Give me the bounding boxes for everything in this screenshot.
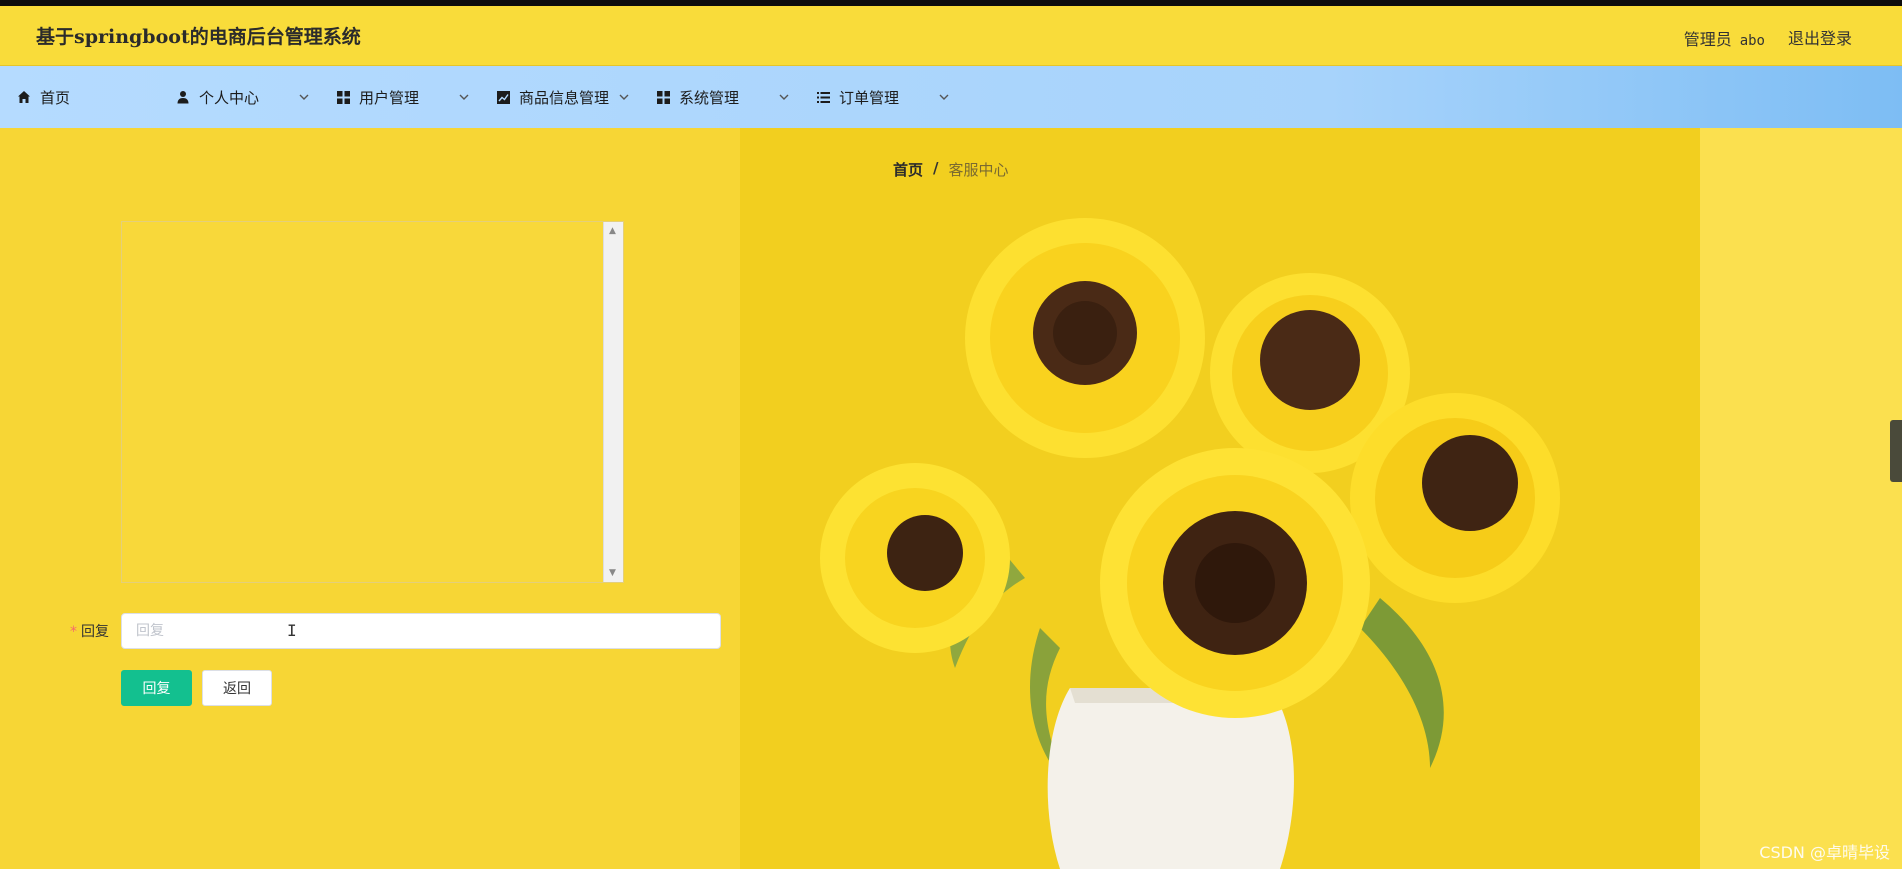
page-scrollbar-thumb[interactable] bbox=[1890, 420, 1902, 482]
reply-submit-button[interactable]: 回复 bbox=[121, 670, 192, 706]
nav-item-label: 用户管理 bbox=[359, 88, 420, 107]
scroll-down-arrow-icon[interactable]: ▼ bbox=[609, 568, 616, 578]
reply-form-row: * 回复 bbox=[70, 613, 721, 649]
text-cursor-icon: I bbox=[287, 621, 297, 640]
grid-icon bbox=[335, 89, 351, 105]
breadcrumb-current: 客服中心 bbox=[948, 161, 1009, 179]
nav-item-label: 商品信息管理 bbox=[519, 88, 610, 107]
chevron-down-icon[interactable] bbox=[298, 66, 310, 128]
list-icon bbox=[815, 89, 831, 105]
breadcrumb: 首页 / 客服中心 bbox=[893, 159, 1009, 180]
reply-label-text: 回复 bbox=[81, 624, 109, 640]
chevron-down-icon[interactable] bbox=[458, 66, 470, 128]
nav-item-order-management[interactable]: 订单管理 bbox=[815, 66, 899, 128]
nav-item-product-management[interactable]: 商品信息管理 bbox=[495, 66, 609, 128]
chevron-down-icon[interactable] bbox=[938, 66, 950, 128]
logout-button[interactable]: 退出登录 bbox=[1788, 25, 1852, 49]
user-info: 管理员 abo bbox=[1684, 26, 1765, 50]
app-header: 基于springboot的电商后台管理系统 管理员 abo 退出登录 bbox=[0, 6, 1902, 66]
user-icon bbox=[175, 89, 191, 105]
reply-field-label: * 回复 bbox=[70, 621, 121, 641]
breadcrumb-home[interactable]: 首页 bbox=[893, 159, 923, 180]
nav-item-home[interactable]: 首页 bbox=[16, 66, 70, 128]
breadcrumb-separator: / bbox=[933, 159, 939, 177]
top-nav-menu: 首页 个人中心 用户管理 商品信息管理 系统管理 订单管理 bbox=[0, 66, 1902, 128]
app-title: 基于springboot的电商后台管理系统 bbox=[36, 26, 361, 48]
nav-item-label: 订单管理 bbox=[839, 88, 900, 107]
home-icon bbox=[16, 89, 32, 105]
nav-item-label: 个人中心 bbox=[199, 88, 260, 107]
nav-item-user-management[interactable]: 用户管理 bbox=[335, 66, 419, 128]
nav-item-label: 首页 bbox=[40, 88, 71, 107]
required-mark: * bbox=[70, 624, 77, 640]
sunflower-background-image bbox=[740, 128, 1700, 869]
grid-icon bbox=[655, 89, 671, 105]
nav-item-system-management[interactable]: 系统管理 bbox=[655, 66, 739, 128]
watermark: CSDN @卓晴毕设 bbox=[1759, 843, 1890, 862]
right-background-strip bbox=[1700, 128, 1902, 869]
chevron-down-icon[interactable] bbox=[778, 66, 790, 128]
nav-item-personal-center[interactable]: 个人中心 bbox=[175, 66, 259, 128]
scroll-up-arrow-icon[interactable]: ▲ bbox=[609, 226, 616, 236]
chat-history-scrollbar[interactable]: ▲ ▼ bbox=[603, 222, 623, 582]
chevron-down-icon[interactable] bbox=[618, 66, 630, 128]
chat-history-box[interactable]: ▲ ▼ bbox=[121, 221, 624, 583]
user-name: abo bbox=[1739, 33, 1765, 49]
reply-input[interactable] bbox=[121, 613, 721, 649]
back-button[interactable]: 返回 bbox=[202, 670, 272, 706]
chart-icon bbox=[495, 89, 511, 105]
nav-item-label: 系统管理 bbox=[679, 88, 740, 107]
user-role: 管理员 bbox=[1683, 30, 1732, 49]
